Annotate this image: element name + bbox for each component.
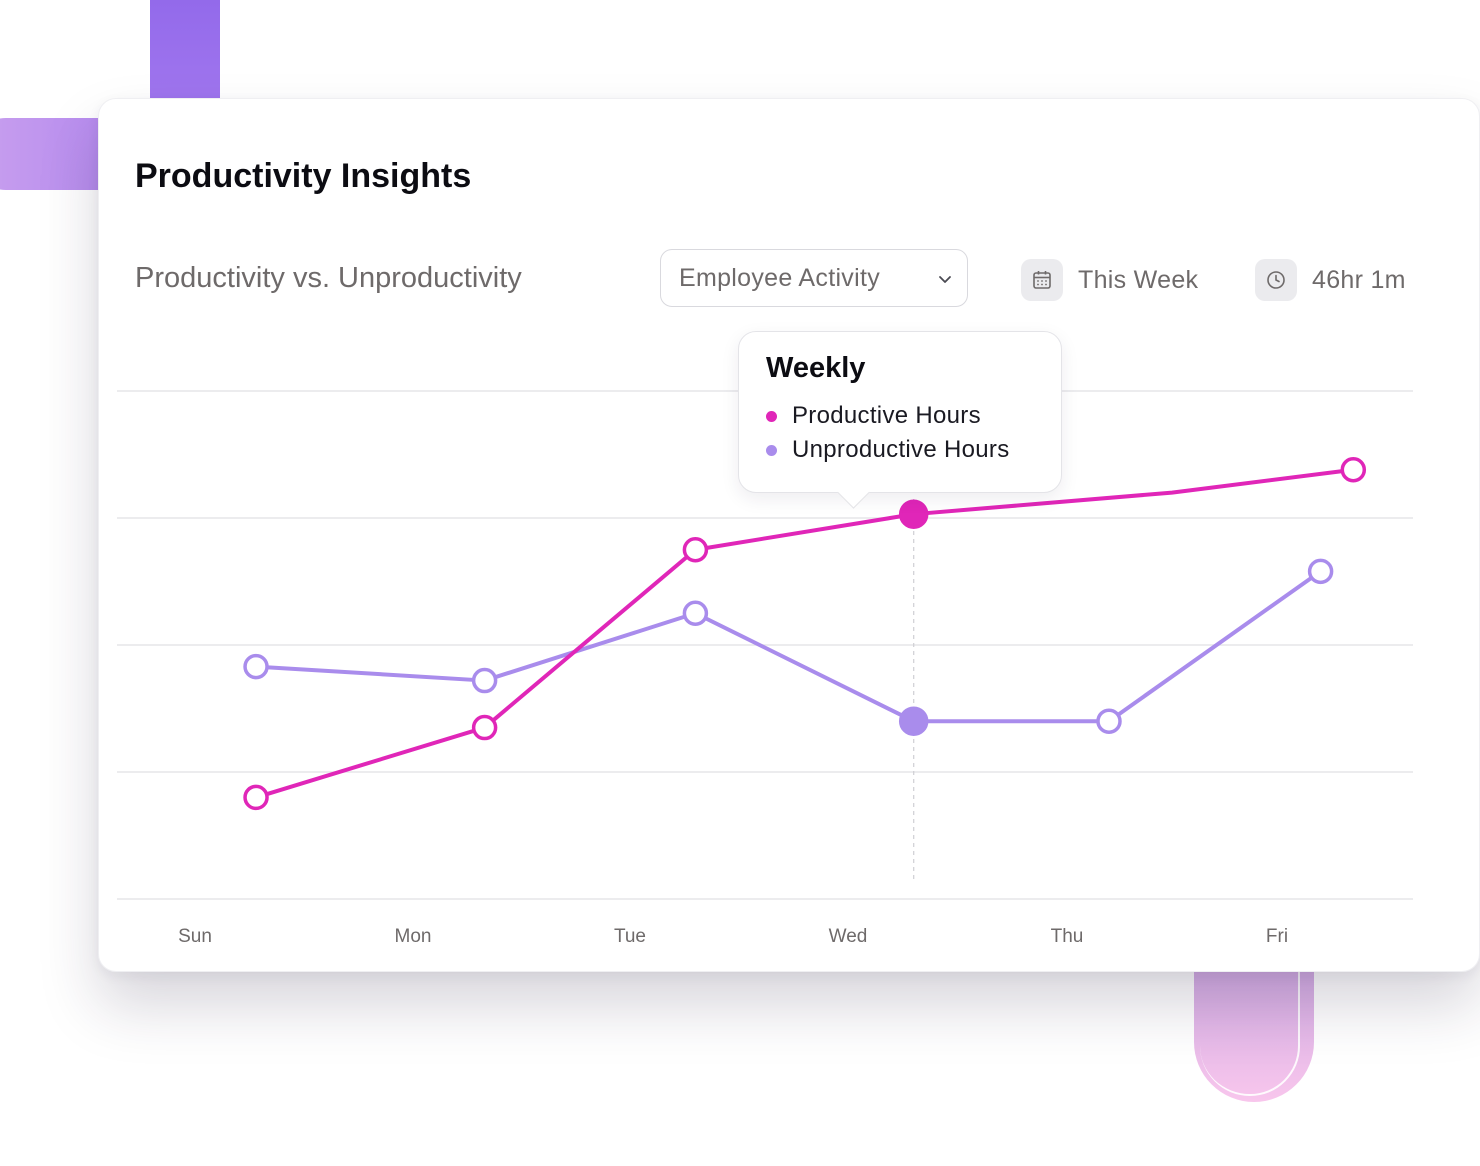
x-tick-label: Mon: [395, 926, 432, 947]
unproductive-data-point: [898, 706, 929, 736]
productive-series-line: [254, 467, 1356, 800]
productive-legend-dot: [766, 410, 777, 422]
x-tick-label: Wed: [829, 926, 868, 947]
productive-data-point: [1340, 456, 1367, 483]
unproductive-legend-dot: [766, 444, 777, 456]
productive-data-point: [471, 714, 498, 741]
chart-tooltip: Weekly Productive Hours Unproductive Hou…: [738, 331, 1062, 509]
x-tick-label: Sun: [178, 926, 212, 947]
unproductive-data-point: [243, 653, 269, 680]
x-tick-label: Tue: [614, 926, 646, 947]
line-chart: Sun Mon Tue Wed Thu Fri: [117, 390, 1413, 947]
productive-data-point: [243, 784, 269, 811]
tooltip-title: Weekly: [766, 352, 866, 384]
tooltip-item-unproductive: Unproductive Hours: [766, 436, 1010, 464]
productivity-card: Productivity Insights Productivity vs. U…: [98, 98, 1480, 972]
productive-data-point: [682, 537, 709, 563]
tooltip-item-label: Unproductive Hours: [792, 436, 1010, 463]
unproductive-data-point: [682, 600, 709, 626]
tooltip-item-label: Productive Hours: [792, 402, 981, 429]
x-tick-label: Thu: [1051, 926, 1084, 947]
tooltip-item-productive: Productive Hours: [766, 402, 981, 430]
x-tick-label: Fri: [1266, 926, 1288, 947]
unproductive-data-point: [1096, 708, 1122, 734]
unproductive-data-point: [471, 667, 498, 694]
productive-data-point: [898, 499, 929, 529]
unproductive-data-point: [1307, 558, 1334, 585]
unproductive-series-line: [254, 569, 1323, 724]
